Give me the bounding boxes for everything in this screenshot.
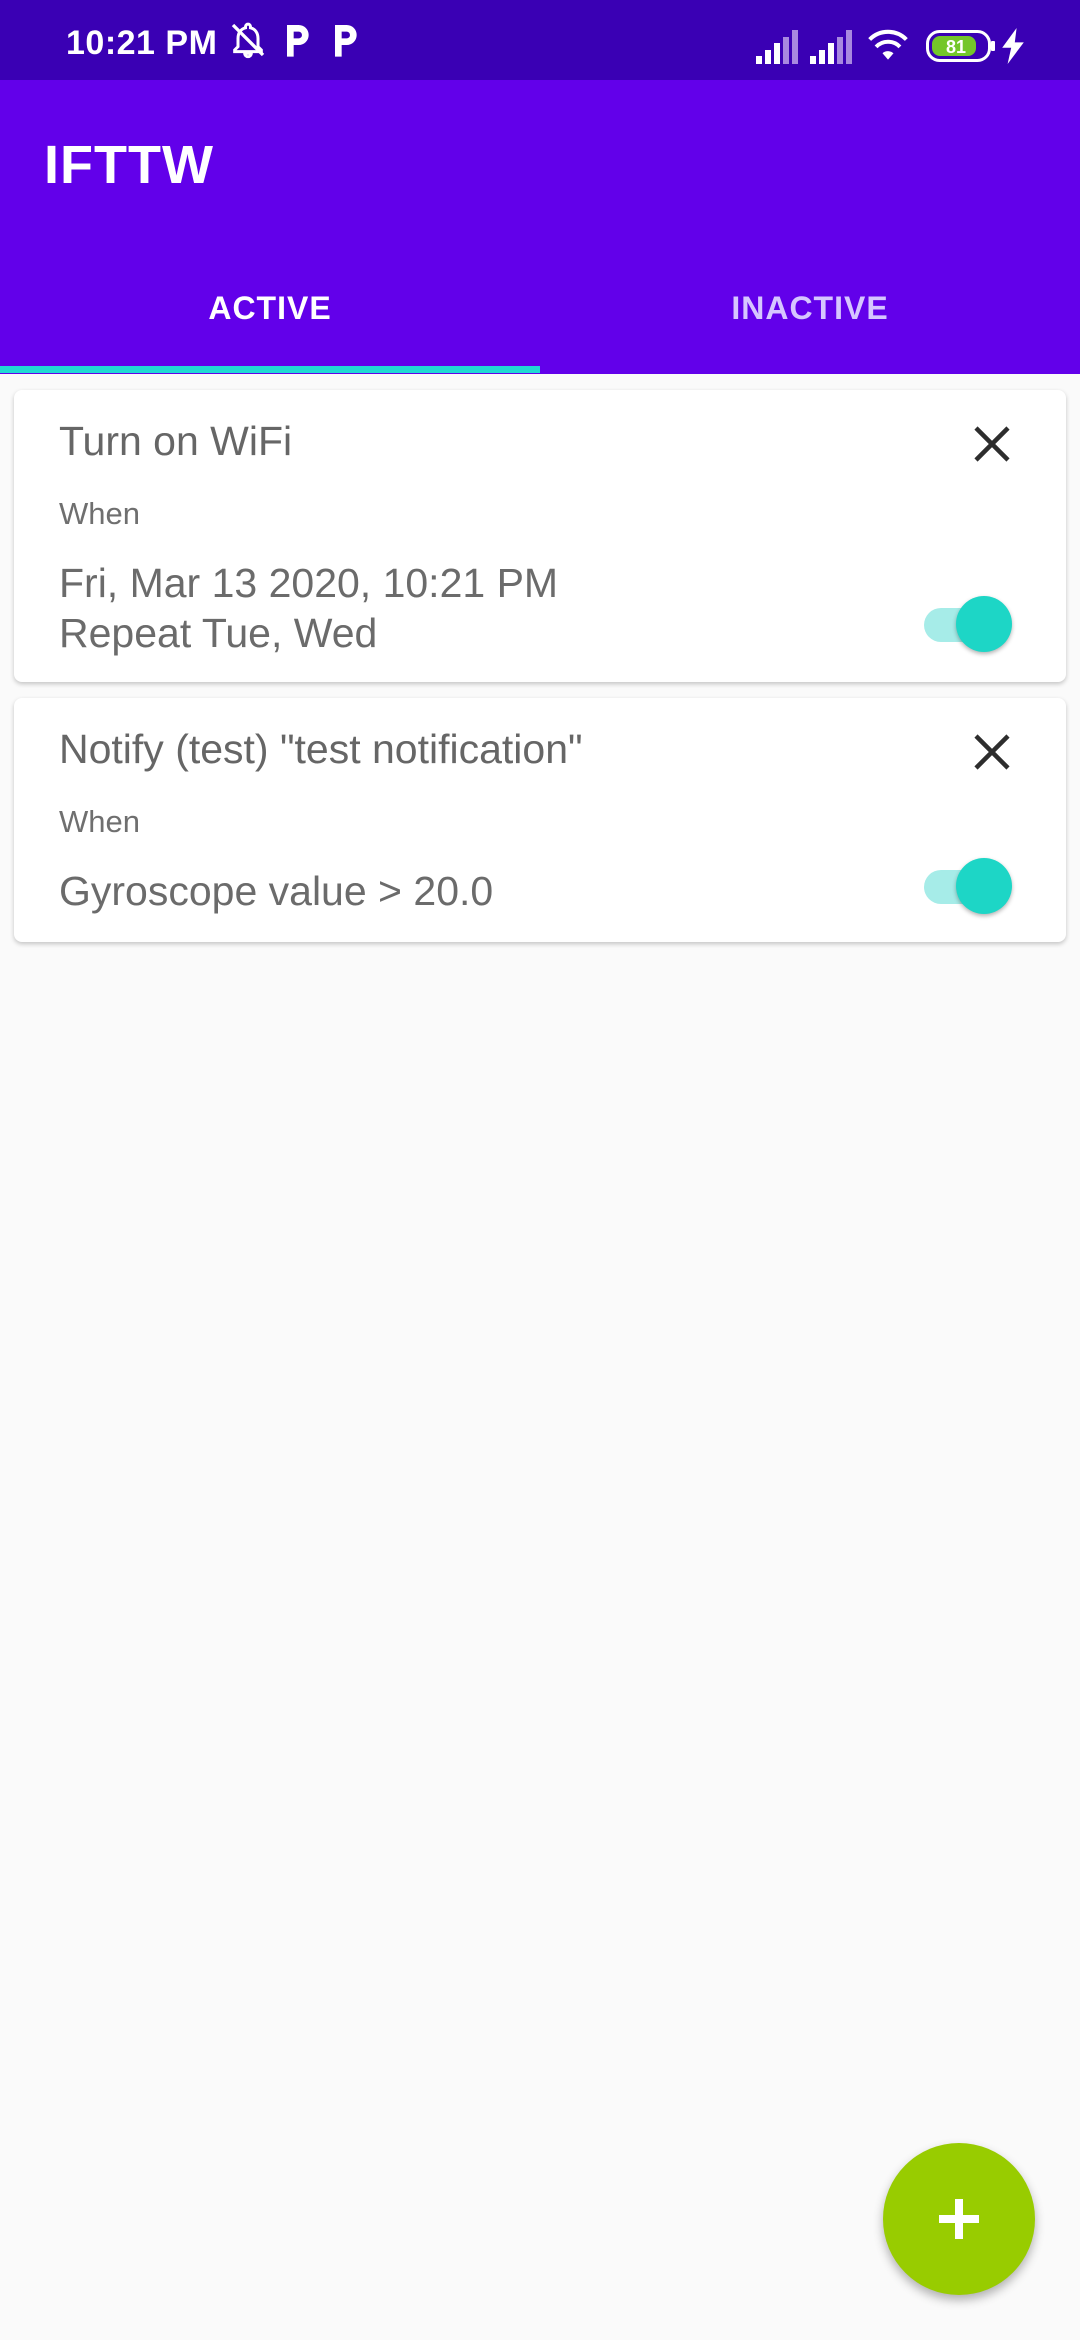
- condition-line: Repeat Tue, Wed: [59, 610, 378, 656]
- wifi-icon: [866, 26, 910, 69]
- battery-icon: 81: [926, 30, 996, 67]
- delete-rule-button[interactable]: [968, 728, 1016, 776]
- rule-condition: Gyroscope value > 20.0: [59, 866, 493, 916]
- add-rule-button[interactable]: [883, 2143, 1035, 2295]
- tab-inactive[interactable]: INACTIVE: [540, 290, 1080, 327]
- battery-level: 81: [946, 37, 966, 57]
- charging-icon: [1002, 28, 1024, 69]
- rule-enabled-toggle[interactable]: [924, 592, 1014, 652]
- tab-active[interactable]: ACTIVE: [0, 290, 540, 327]
- rule-enabled-toggle[interactable]: [924, 854, 1014, 914]
- rule-card[interactable]: Notify (test) "test notification" When G…: [14, 698, 1066, 942]
- condition-line: Gyroscope value > 20.0: [59, 868, 494, 914]
- app-title: IFTTW: [44, 135, 214, 195]
- condition-line: Fri, Mar 13 2020, 10:21 PM: [59, 560, 559, 606]
- rule-title: Notify (test) "test notification": [59, 726, 583, 772]
- signal-icon: [810, 30, 852, 69]
- delete-rule-button[interactable]: [968, 420, 1016, 468]
- tab-indicator: [0, 366, 540, 373]
- rule-card[interactable]: Turn on WiFi When Fri, Mar 13 2020, 10:2…: [14, 390, 1066, 682]
- when-label: When: [59, 496, 140, 531]
- rule-condition: Fri, Mar 13 2020, 10:21 PM Repeat Tue, W…: [59, 558, 558, 658]
- status-time: 10:21 PM: [66, 24, 218, 62]
- p-app-icon: [280, 20, 314, 65]
- signal-icon: [756, 30, 798, 69]
- p-app-icon: [328, 20, 362, 65]
- close-icon: [974, 734, 1010, 770]
- toggle-thumb: [956, 596, 1012, 652]
- notifications-off-icon: [228, 20, 268, 65]
- rule-title: Turn on WiFi: [59, 418, 293, 464]
- when-label: When: [59, 804, 140, 839]
- app-bar: IFTTW ACTIVE INACTIVE: [0, 80, 1080, 374]
- toggle-thumb: [956, 858, 1012, 914]
- status-bar: 10:21 PM 81: [0, 0, 1080, 80]
- close-icon: [974, 426, 1010, 462]
- plus-icon: [939, 2199, 979, 2239]
